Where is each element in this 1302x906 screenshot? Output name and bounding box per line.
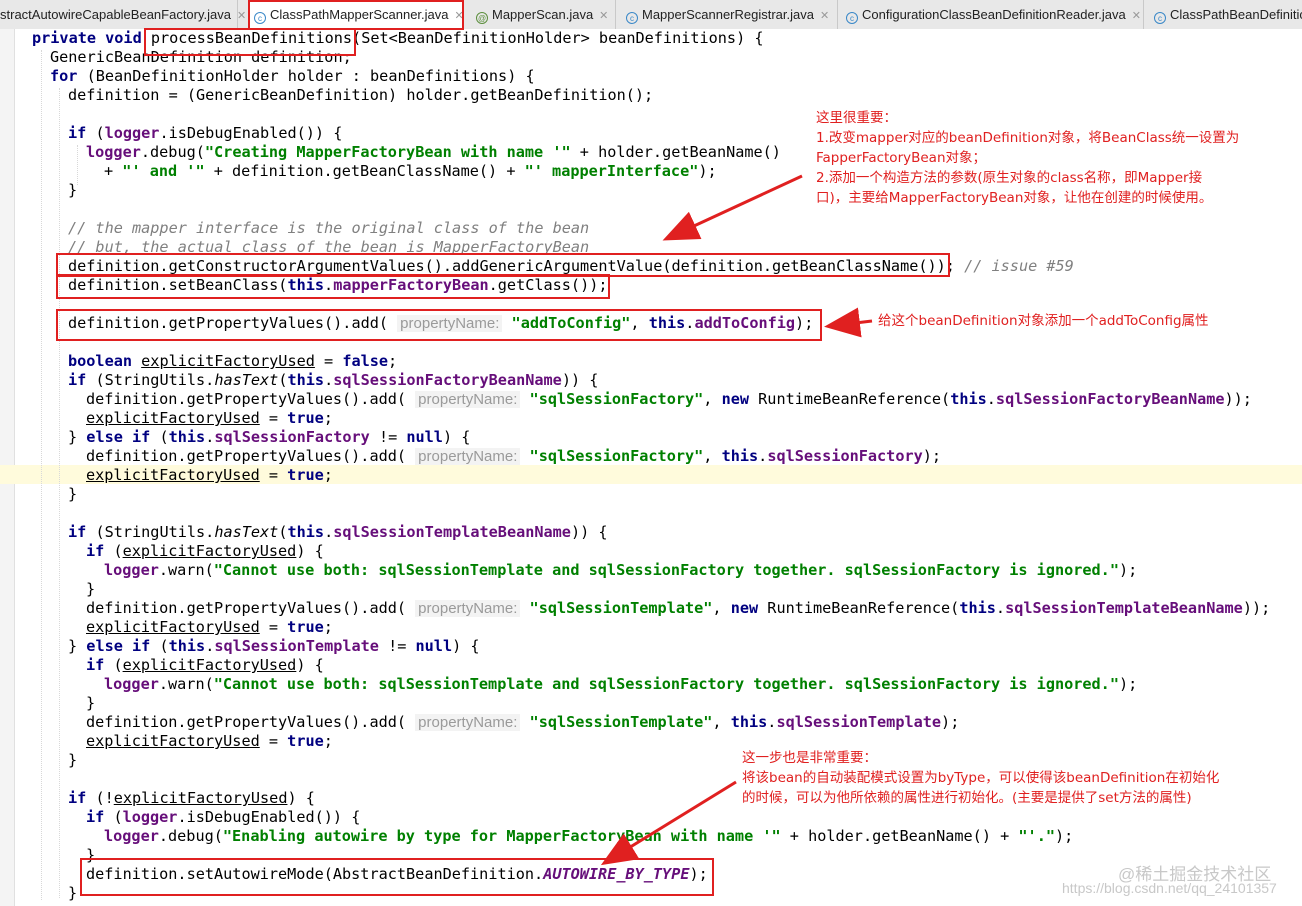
annotation-arrows [600, 174, 873, 866]
arrow-to-add-to-config [824, 307, 873, 338]
arrow-to-constructor-arg [662, 174, 803, 241]
arrow-to-autowire-mode [600, 780, 737, 866]
watermark-url: https://blog.csdn.net/qq_24101357 [1062, 880, 1277, 896]
